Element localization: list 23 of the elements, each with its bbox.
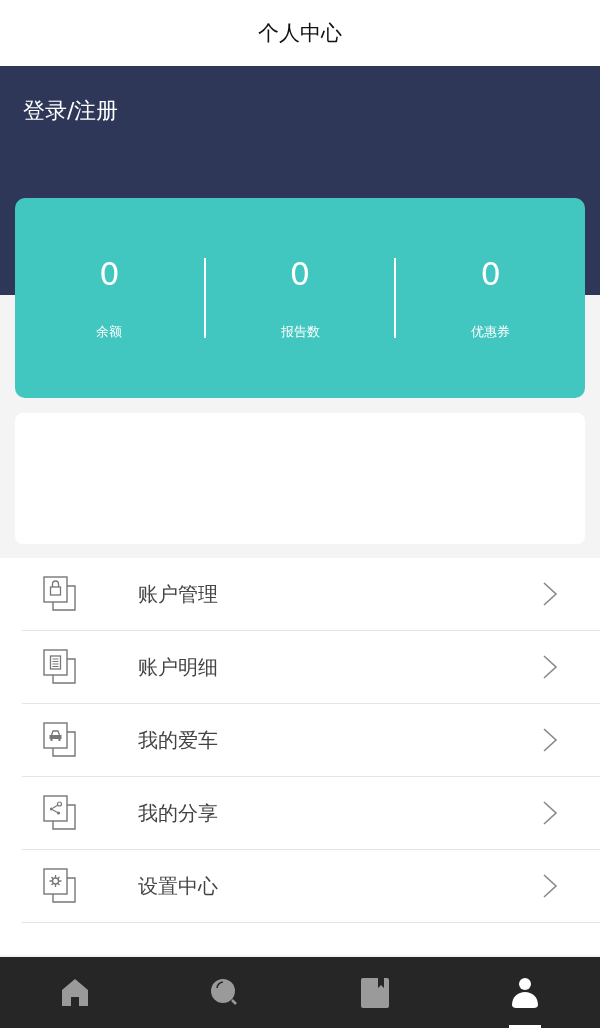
document-icon [43,649,77,685]
car-icon [43,722,77,758]
stat-label: 余额 [96,323,123,341]
stat-value: 0 [480,255,501,293]
stat-value: 0 [99,255,120,293]
login-link[interactable]: 登录/注册 [23,96,119,126]
menu-item[interactable]: 账户明细 [22,631,600,704]
chevron-right-icon [542,800,558,826]
menu-item[interactable]: 我的分享 [22,777,600,850]
share-icon [43,795,77,831]
chevron-right-icon [542,654,558,680]
stat-label: 报告数 [280,323,320,341]
menu-item[interactable]: 设置中心 [22,850,600,923]
stat-label: 优惠券 [471,323,511,341]
chevron-right-icon [542,727,558,753]
chevron-right-icon [542,873,558,899]
gear-icon [43,868,77,904]
chevron-right-icon [542,581,558,607]
page-title: 个人中心 [258,20,342,47]
menu-item[interactable]: 账户管理 [22,558,600,631]
menu-item[interactable]: 我的爱车 [22,704,600,777]
stat-value: 0 [289,255,311,293]
lock-icon [43,576,77,612]
